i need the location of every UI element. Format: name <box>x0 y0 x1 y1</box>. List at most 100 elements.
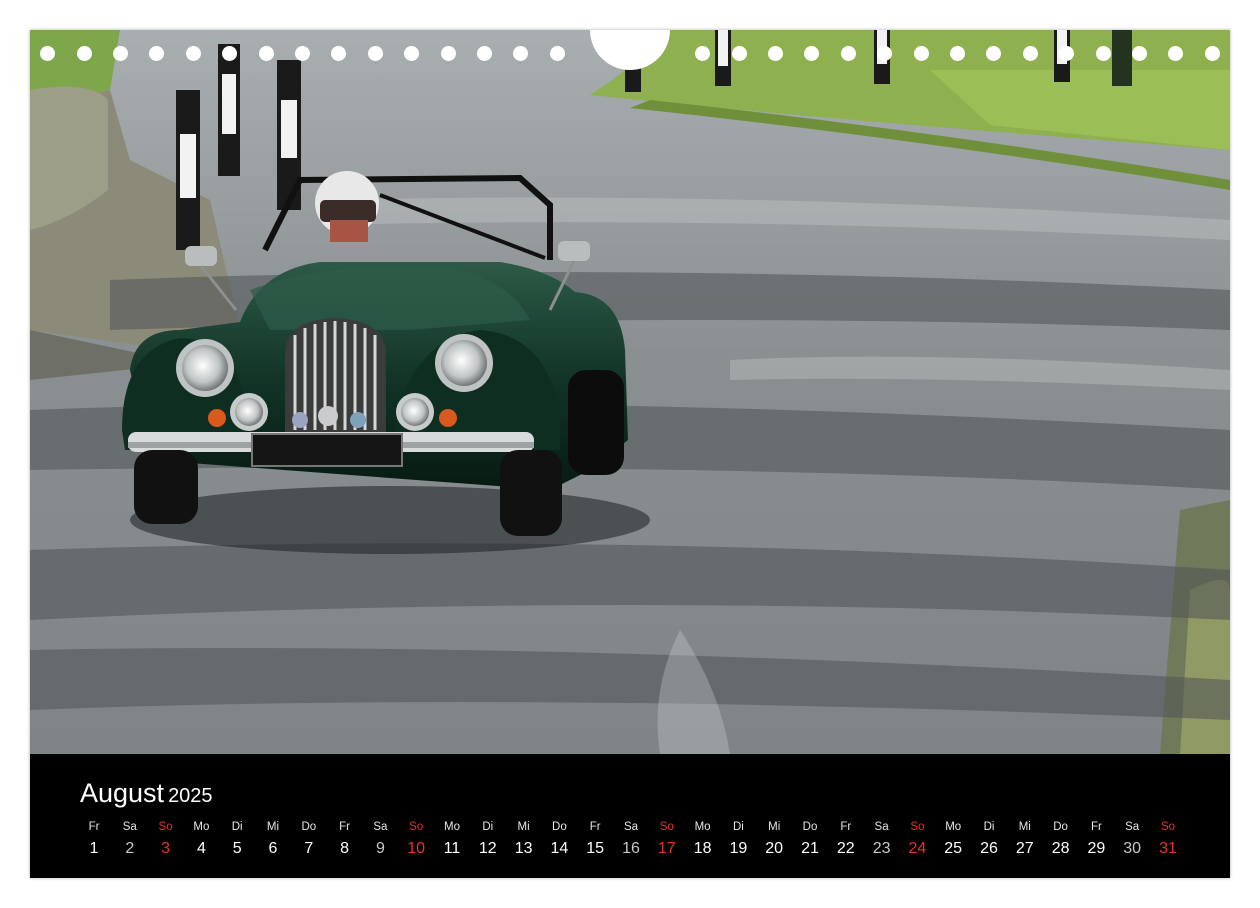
day-cell: Sa 2 <box>112 818 148 862</box>
calendar-page: August 2025 Fr 1 Sa 2 So 3 Mo 4 Di 5 Mi 6 Do 7 F… <box>30 30 1230 878</box>
weekday-label: Di <box>732 821 744 833</box>
binding-hole <box>1168 46 1183 61</box>
day-cell: Mi 13 <box>506 818 542 862</box>
day-number: 9 <box>375 840 385 857</box>
weekday-label: Mi <box>768 821 781 833</box>
binding-hole <box>1096 46 1111 61</box>
binding-hole <box>186 46 201 61</box>
weekday-label: Do <box>552 821 567 833</box>
binding-hole <box>732 46 747 61</box>
binding-hole <box>404 46 419 61</box>
day-number: 20 <box>765 840 784 857</box>
weekday-label: Fr <box>1090 821 1102 833</box>
weekday-label: Mo <box>694 821 711 833</box>
day-cell: Di 12 <box>470 818 506 862</box>
day-cell: Do 14 <box>541 818 577 862</box>
weekday-label: Sa <box>122 821 137 833</box>
day-number: 7 <box>304 840 314 857</box>
binding-holes <box>30 30 1230 70</box>
binding-hole <box>768 46 783 61</box>
day-number: 25 <box>944 840 963 857</box>
day-number: 14 <box>550 840 569 857</box>
day-number: 10 <box>407 840 426 857</box>
day-cell: Fr 8 <box>327 818 363 862</box>
binding-hole <box>1132 46 1147 61</box>
binding-hole <box>331 46 346 61</box>
day-cell: Mi 27 <box>1007 818 1043 862</box>
day-cell: Sa 16 <box>613 818 649 862</box>
weekday-label: Di <box>983 821 995 833</box>
day-cell: Sa 9 <box>362 818 398 862</box>
day-cell: Mo 25 <box>935 818 971 862</box>
day-cell: Do 28 <box>1043 818 1079 862</box>
day-number: 28 <box>1051 840 1070 857</box>
day-cell: Fr 29 <box>1078 818 1114 862</box>
day-cell: Mo 4 <box>183 818 219 862</box>
weekday-label: Sa <box>874 821 889 833</box>
binding-hole <box>477 46 492 61</box>
day-number: 24 <box>908 840 927 857</box>
binding-hole <box>113 46 128 61</box>
day-number: 21 <box>801 840 819 857</box>
binding-hole <box>550 46 565 61</box>
weekday-label: Fr <box>339 821 351 833</box>
binding-hole <box>986 46 1001 61</box>
binding-hole <box>259 46 274 61</box>
day-number: 23 <box>872 840 891 857</box>
binding-hole <box>77 46 92 61</box>
binding-hole <box>877 46 892 61</box>
weekday-label: So <box>1160 821 1176 833</box>
month-name: August <box>80 778 165 808</box>
day-number: 5 <box>232 840 242 857</box>
day-number: 13 <box>514 840 533 857</box>
day-cell: Fr 22 <box>828 818 864 862</box>
day-number: 18 <box>693 840 712 857</box>
weekday-label: Sa <box>1125 821 1140 833</box>
day-cell: Mi 20 <box>756 818 792 862</box>
day-cell: Di 5 <box>219 818 255 862</box>
day-number: 8 <box>340 840 350 857</box>
weekday-label: Mi <box>266 821 280 833</box>
binding-hole <box>1023 46 1038 61</box>
weekday-label: Mo <box>444 821 460 833</box>
binding-hole <box>1059 46 1074 61</box>
day-number: 27 <box>1015 840 1034 857</box>
day-number: 26 <box>980 840 998 857</box>
car-photo <box>30 30 1230 754</box>
day-number: 31 <box>1159 840 1177 857</box>
binding-hole <box>441 46 456 61</box>
day-cell: So 24 <box>899 818 935 862</box>
day-number: 2 <box>125 840 135 857</box>
binding-hole <box>368 46 383 61</box>
day-cell: So 31 <box>1150 818 1186 862</box>
weekday-label: Do <box>1053 821 1068 833</box>
day-number: 22 <box>836 840 855 857</box>
day-number: 1 <box>89 840 99 857</box>
binding-hole <box>295 46 310 61</box>
day-number: 11 <box>443 840 461 857</box>
weekday-label: Di <box>482 821 494 833</box>
binding-hole <box>222 46 237 61</box>
weekday-label: Sa <box>623 821 639 833</box>
day-number: 17 <box>657 840 676 857</box>
weekday-label: So <box>910 821 925 833</box>
binding-hole <box>149 46 164 61</box>
weekday-label: Do <box>802 821 818 833</box>
calendar-strip: August 2025 Fr 1 Sa 2 So 3 Mo 4 Di 5 Mi 6 Do 7 F… <box>30 754 1230 878</box>
day-cell: Mo 18 <box>685 818 721 862</box>
day-number: 19 <box>729 840 748 857</box>
weekday-label: Mi <box>517 821 530 833</box>
day-cell: Mi 6 <box>255 818 291 862</box>
day-cell: Sa 23 <box>864 818 900 862</box>
day-number: 29 <box>1087 840 1106 857</box>
weekday-label: Di <box>231 821 243 833</box>
day-number: 3 <box>161 840 171 857</box>
year: 2025 <box>168 785 213 807</box>
day-cell: Di 19 <box>720 818 756 862</box>
weekday-label: So <box>409 821 424 833</box>
binding-hole <box>513 46 528 61</box>
day-cell: So 3 <box>148 818 184 862</box>
binding-hole <box>804 46 819 61</box>
binding-hole <box>914 46 929 61</box>
day-cell: Fr 1 <box>76 818 112 862</box>
